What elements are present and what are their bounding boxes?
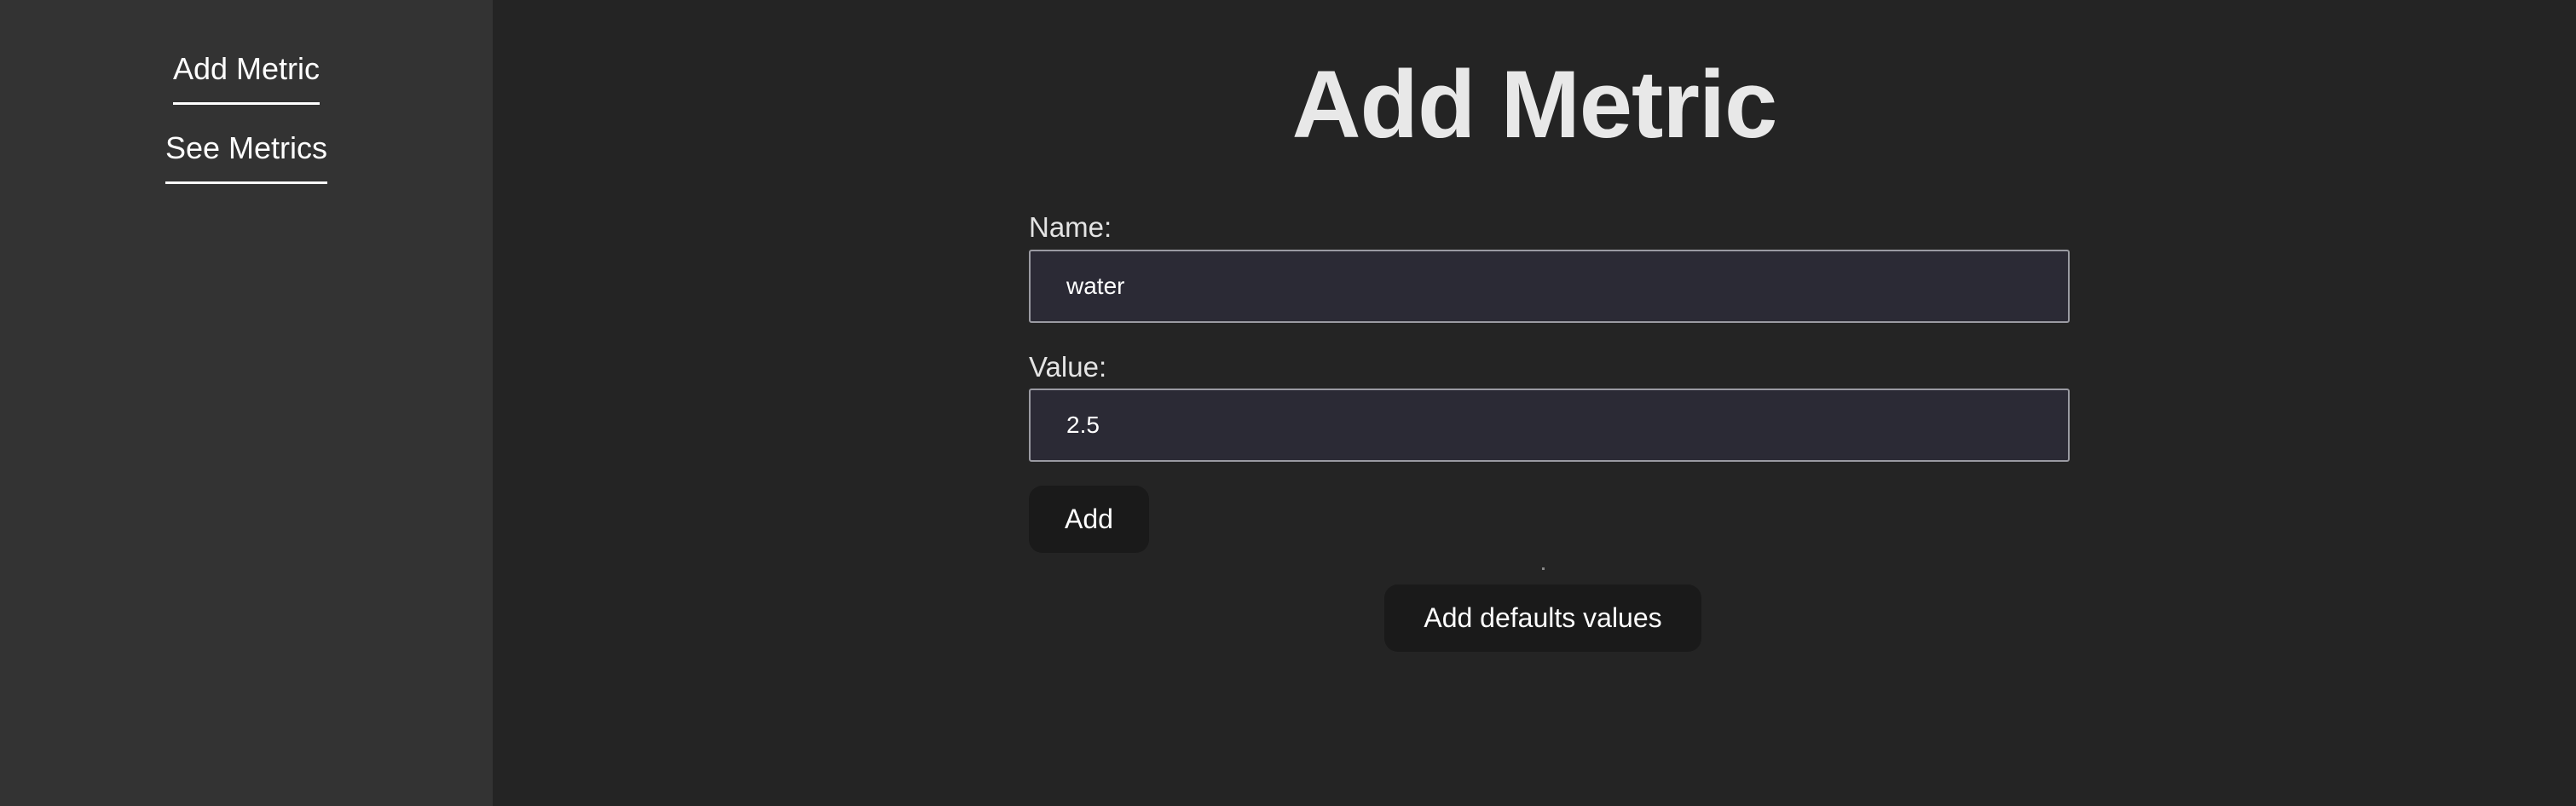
value-label: Value: (1029, 351, 1107, 383)
sidebar-item-label: Add Metric (172, 51, 321, 105)
add-button[interactable]: Add (1029, 486, 1149, 553)
value-input[interactable] (1029, 389, 2070, 462)
sidebar-item-label: See Metrics (165, 130, 328, 184)
sidebar-item-see-metrics[interactable]: See Metrics (0, 130, 493, 184)
page-title: Add Metric (1291, 51, 1778, 158)
name-label: Name: (1029, 211, 1112, 243)
name-input[interactable] (1029, 250, 2070, 323)
add-defaults-button[interactable]: Add defaults values (1384, 584, 1701, 652)
separator-dot (1542, 567, 1545, 570)
sidebar: Add Metric See Metrics (0, 0, 493, 806)
sidebar-item-add-metric[interactable]: Add Metric (0, 51, 493, 105)
